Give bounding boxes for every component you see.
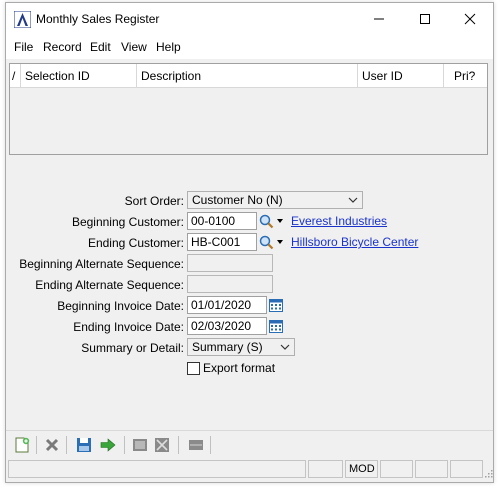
preview-icon (133, 439, 147, 451)
beginning-invoice-date-label: Beginning Invoice Date: (57, 299, 184, 313)
beginning-customer-lookup-button[interactable] (258, 212, 274, 230)
new-record-button[interactable] (12, 435, 32, 455)
delete-button[interactable] (42, 435, 62, 455)
summary-or-detail-value: Summary (S) (192, 340, 263, 354)
sort-order-select[interactable]: Customer No (N) (187, 191, 363, 209)
ending-customer-input[interactable]: HB-C001 (187, 233, 257, 251)
beginning-invoice-date-input[interactable]: 01/01/2020 (187, 296, 267, 314)
column-pri[interactable]: Pri? (444, 64, 487, 88)
toolbar-separator (210, 436, 211, 454)
app-window: Monthly Sales Register File Record Edit … (5, 2, 494, 483)
minimize-button[interactable] (356, 3, 402, 35)
menu-file[interactable]: File (14, 40, 33, 54)
export-format-label: Export format (203, 361, 276, 375)
title-bar: Monthly Sales Register (6, 3, 493, 35)
menu-help[interactable]: Help (156, 40, 181, 54)
minimize-icon (374, 18, 384, 20)
menu-view[interactable]: View (121, 40, 147, 54)
magnifier-icon (259, 235, 273, 249)
summary-or-detail-label: Summary or Detail: (81, 341, 184, 355)
maximize-icon (420, 14, 430, 24)
ending-customer-lookup-button[interactable] (258, 233, 274, 251)
calendar-icon (269, 299, 283, 312)
column-selection-id[interactable]: Selection ID (21, 64, 137, 88)
green-arrow-right-icon (100, 438, 116, 452)
beginning-alt-seq-input[interactable] (187, 254, 273, 272)
status-panel-4 (380, 460, 413, 478)
triangle-down-icon (277, 240, 283, 244)
toolbar-separator (66, 436, 67, 454)
batch-icon (189, 440, 203, 450)
ending-invoice-date-input[interactable]: 02/03/2020 (187, 317, 267, 335)
ending-alt-seq-input[interactable] (187, 275, 273, 293)
selection-grid[interactable]: / Selection ID Description User ID Pri? (9, 63, 488, 155)
bottom-toolbar (6, 430, 493, 458)
triangle-down-icon (277, 219, 283, 223)
row-marker-column: / (10, 64, 21, 88)
beginning-customer-name-link[interactable]: Everest Industries (291, 214, 387, 228)
window-title: Monthly Sales Register (36, 12, 160, 26)
save-button[interactable] (74, 435, 94, 455)
close-button[interactable] (447, 3, 493, 35)
ending-customer-name-link[interactable]: Hillsboro Bicycle Center (291, 235, 418, 249)
proceed-button[interactable] (98, 435, 118, 455)
status-bar: MOD (6, 459, 493, 481)
chevron-down-icon (280, 344, 290, 350)
beginning-customer-dropdown-button[interactable] (274, 212, 286, 230)
magnifier-icon (259, 214, 273, 228)
export-format-checkbox[interactable] (187, 362, 200, 375)
status-panel-5 (415, 460, 448, 478)
grid-header: / Selection ID Description User ID Pri? (10, 64, 487, 88)
menu-record[interactable]: Record (43, 40, 82, 54)
sort-order-label: Sort Order: (124, 194, 184, 208)
status-panel-message (8, 460, 306, 478)
app-logo-icon (14, 11, 31, 28)
print-preview-button[interactable] (130, 435, 150, 455)
beginning-customer-input[interactable]: 00-0100 (187, 212, 257, 230)
maximize-button[interactable] (402, 3, 448, 35)
new-document-icon (15, 437, 30, 453)
sort-order-value: Customer No (N) (192, 193, 283, 207)
ending-invoice-date-label: Ending Invoice Date: (73, 320, 184, 334)
close-icon (464, 13, 476, 25)
ending-customer-dropdown-button[interactable] (274, 233, 286, 251)
ending-customer-label: Ending Customer: (87, 236, 184, 250)
chevron-down-icon (348, 197, 358, 203)
beginning-alt-seq-label: Beginning Alternate Sequence: (19, 257, 184, 271)
ending-invoice-date-calendar-button[interactable] (268, 317, 284, 335)
grid-body[interactable] (10, 89, 487, 154)
column-user-id[interactable]: User ID (358, 64, 444, 88)
toolbar-separator (178, 436, 179, 454)
save-disk-icon (77, 438, 91, 452)
column-description[interactable]: Description (137, 64, 358, 88)
ending-alt-seq-label: Ending Alternate Sequence: (35, 278, 184, 292)
menu-edit[interactable]: Edit (90, 40, 111, 54)
expand-arrows-icon (155, 438, 169, 452)
delete-x-icon (45, 438, 59, 452)
beginning-customer-label: Beginning Customer: (71, 215, 184, 229)
resize-grip-icon[interactable] (484, 469, 493, 478)
menu-bar: File Record Edit View Help (6, 35, 493, 59)
status-panel-2 (308, 460, 343, 478)
status-panel-6 (450, 460, 483, 478)
toolbar-separator (36, 436, 37, 454)
summary-or-detail-select[interactable]: Summary (S) (187, 338, 295, 356)
setup-button[interactable] (152, 435, 172, 455)
beginning-invoice-date-calendar-button[interactable] (268, 296, 284, 314)
calendar-icon (269, 320, 283, 333)
batch-button[interactable] (186, 435, 206, 455)
status-panel-mod: MOD (345, 460, 378, 478)
toolbar-separator (124, 436, 125, 454)
